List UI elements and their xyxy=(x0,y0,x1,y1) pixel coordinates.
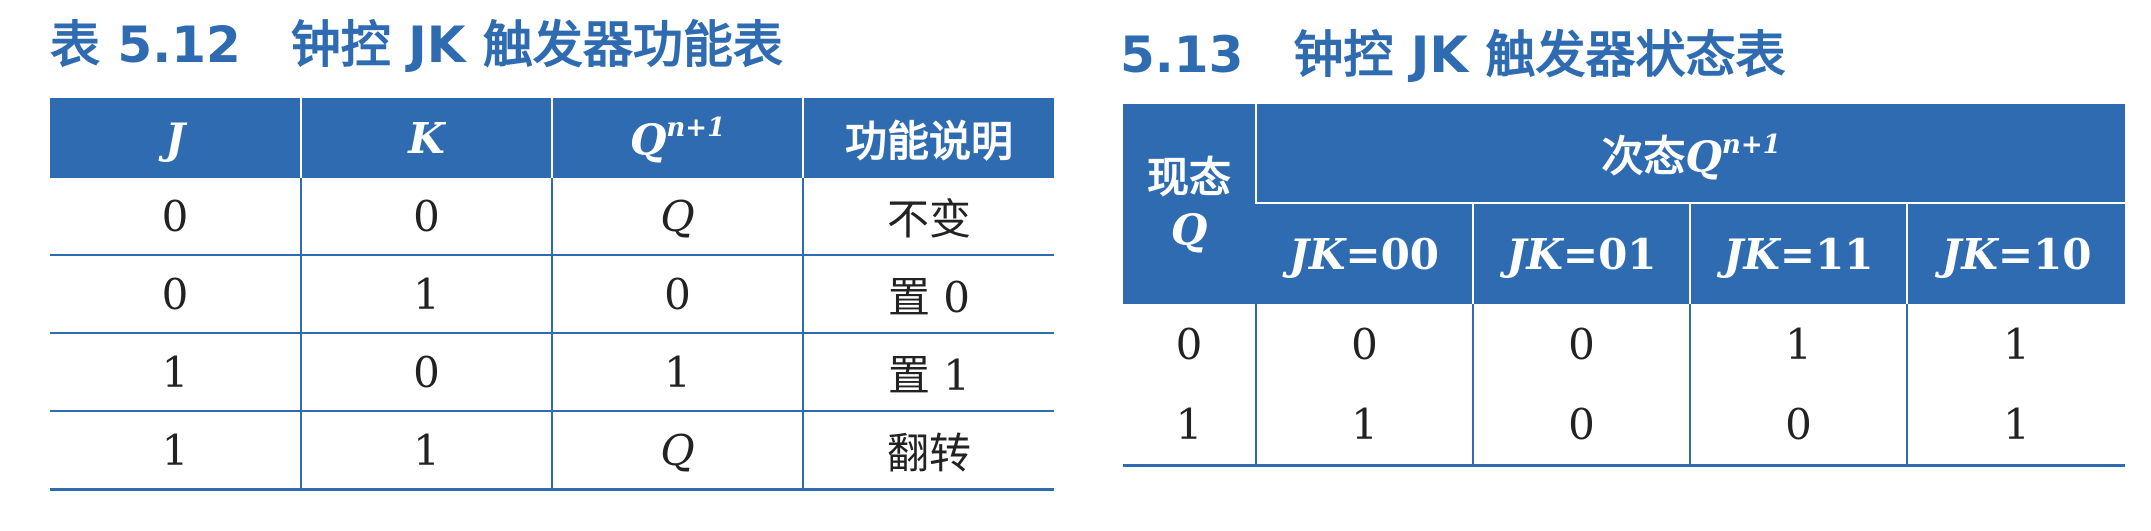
cell-present-q: 1 xyxy=(1175,399,1203,449)
header-jk-label: JK xyxy=(1288,229,1346,279)
header-jk-label: JK xyxy=(1723,229,1780,279)
header-jk-00: JK=00 xyxy=(1256,202,1473,304)
cell-j: 0 xyxy=(50,254,301,333)
header-present-label: 现态 xyxy=(1146,152,1231,202)
jk-state-table: 现态 Q 次态Qn+1 JK=00 JK=01 JK=11 JK=10 0 0 … xyxy=(1123,104,2126,467)
header-jk-10: JK=10 xyxy=(1905,202,2126,304)
cell-j: 0 xyxy=(161,191,189,241)
table-row: 0 1 0 置 0 xyxy=(50,254,1054,333)
cell-next-jk11: 1 xyxy=(1689,304,1907,384)
header-q-base: Q xyxy=(629,114,667,164)
header-qn1: Qn+1 xyxy=(551,98,803,178)
header-j: J xyxy=(50,98,301,178)
header-jk-value: =11 xyxy=(1779,229,1874,279)
table-row: 1 1 0 0 1 xyxy=(1123,384,2126,466)
table-row: 0 0 0 1 1 xyxy=(1123,304,2126,384)
table-row: 1 0 1 置 1 xyxy=(50,332,1054,411)
header-jk-label: JK xyxy=(1941,229,1998,279)
cell-next-jk01: 0 xyxy=(1472,304,1690,384)
header-next-sup: n+1 xyxy=(1721,129,1781,160)
cell-next-jk11: 0 xyxy=(1689,384,1907,466)
header-description: 功能说明 xyxy=(802,98,1054,178)
jk-function-table: J K Qn+1 功能说明 0 0 Q 不变 0 1 0 置 0 1 0 1 置… xyxy=(50,98,1054,491)
header-k-label: K xyxy=(408,113,445,163)
table-5-13-caption: 5.13 钟控 JK 触发器状态表 xyxy=(1120,26,1786,84)
cell-next-jk00: 1 xyxy=(1255,384,1473,466)
cell-q: 1 xyxy=(551,332,803,411)
header-jk-value: =10 xyxy=(1997,229,2092,279)
header-next-label: 次态 xyxy=(1601,131,1686,181)
cell-j: 1 xyxy=(50,332,301,411)
cell-q: 0 xyxy=(551,254,803,333)
cell-next-jk00: 0 xyxy=(1255,304,1473,384)
header-description-label: 功能说明 xyxy=(844,116,1013,166)
cell-next-jk10: 1 xyxy=(1905,384,2126,466)
cell-desc: 置 0 xyxy=(802,254,1054,333)
cell-j: 1 xyxy=(50,410,301,490)
header-present-state: 现态 Q xyxy=(1123,104,1256,304)
cell-present-q: 0 xyxy=(1175,319,1203,369)
cell-k: 0 xyxy=(300,332,552,411)
cell-desc: 置 1 xyxy=(802,332,1054,411)
header-k: K xyxy=(300,98,552,178)
cell-k: 1 xyxy=(300,254,552,333)
cell-next-jk01: 0 xyxy=(1472,384,1690,466)
table-row: 1 1 Q 翻转 xyxy=(50,410,1054,490)
cell-k: 0 xyxy=(300,178,552,255)
cell-k: 1 xyxy=(300,410,552,490)
header-j-label: J xyxy=(165,113,185,163)
header-jk-value: =00 xyxy=(1345,229,1440,279)
header-jk-label: JK xyxy=(1506,229,1563,279)
cell-q: Q xyxy=(551,410,803,490)
header-jk-value: =01 xyxy=(1562,229,1657,279)
header-jk-01: JK=01 xyxy=(1472,202,1690,304)
header-q-sup: n+1 xyxy=(666,112,726,143)
cell-next-jk10: 1 xyxy=(1905,304,2126,384)
header-next-state: 次态Qn+1 xyxy=(1254,104,2126,203)
cell-desc: 不变 xyxy=(802,178,1054,255)
header-next-q: Q xyxy=(1685,131,1722,181)
header-present-q: Q xyxy=(1170,205,1208,254)
table-5-12-caption: 表 5.12 钟控 JK 触发器功能表 xyxy=(50,16,783,74)
cell-desc: 翻转 xyxy=(802,410,1054,490)
header-jk-11: JK=11 xyxy=(1689,202,1907,304)
table-row: 0 0 Q 不变 xyxy=(50,178,1054,255)
cell-q: Q xyxy=(551,178,803,255)
